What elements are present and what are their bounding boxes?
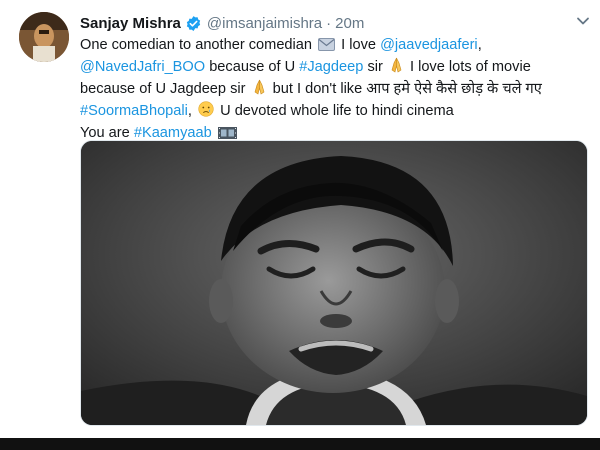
text-segment: because of U (209, 59, 296, 75)
text-segment: You are (80, 125, 130, 141)
author-handle[interactable]: @imsanjaimishra (207, 15, 322, 32)
text-segment: One comedian to another comedian (80, 37, 313, 53)
text-segment: sir (367, 59, 383, 75)
text-segment: I love (341, 37, 377, 53)
verified-badge-icon (185, 15, 202, 32)
text-segment: U devoted whole life to hindi cinema (220, 103, 454, 119)
tweet-media-photo[interactable] (80, 140, 588, 426)
envelope-icon (318, 37, 336, 57)
text-segment: I love lots of movie (409, 59, 531, 75)
tweet-card: Sanjay Mishra @imsanjaimishra · 20m One … (0, 0, 600, 438)
folded-hands-icon (389, 57, 404, 79)
tweet-text-line-1: One comedian to another comedian I love … (80, 35, 590, 57)
text-segment: , (477, 37, 482, 53)
bottom-border (0, 438, 600, 450)
tweet-text-line-4: #SoormaBhopali, U devoted whole life to … (80, 101, 590, 123)
chevron-down-icon[interactable] (576, 14, 590, 28)
tweet-text-line-2: @NavedJafri_BOO because of U #Jagdeep si… (80, 57, 590, 79)
hashtag-link[interactable]: #Kaamyaab (134, 125, 212, 141)
tweet-text: One comedian to another comedian I love … (80, 35, 590, 145)
avatar[interactable] (19, 12, 69, 62)
folded-hands-icon (252, 79, 267, 101)
text-segment: , (187, 103, 192, 119)
tweet-text-line-3: because of U Jagdeep sir but I don't lik… (80, 79, 590, 101)
text-segment: but I don't like आप हमे ऐसे कैसे छोड़ के… (272, 81, 542, 97)
author-name[interactable]: Sanjay Mishra (80, 15, 181, 32)
tweet-timestamp[interactable]: 20m (335, 15, 364, 32)
header-separator: · (326, 14, 332, 32)
mention-link[interactable]: @jaavedjaaferi (380, 37, 478, 53)
text-segment: because of U Jagdeep sir (80, 81, 246, 97)
hashtag-link[interactable]: #SoormaBhopali (80, 103, 188, 119)
crying-face-icon (198, 101, 214, 123)
hashtag-link[interactable]: #Jagdeep (299, 59, 363, 75)
mention-link[interactable]: @NavedJafri_BOO (80, 59, 205, 75)
